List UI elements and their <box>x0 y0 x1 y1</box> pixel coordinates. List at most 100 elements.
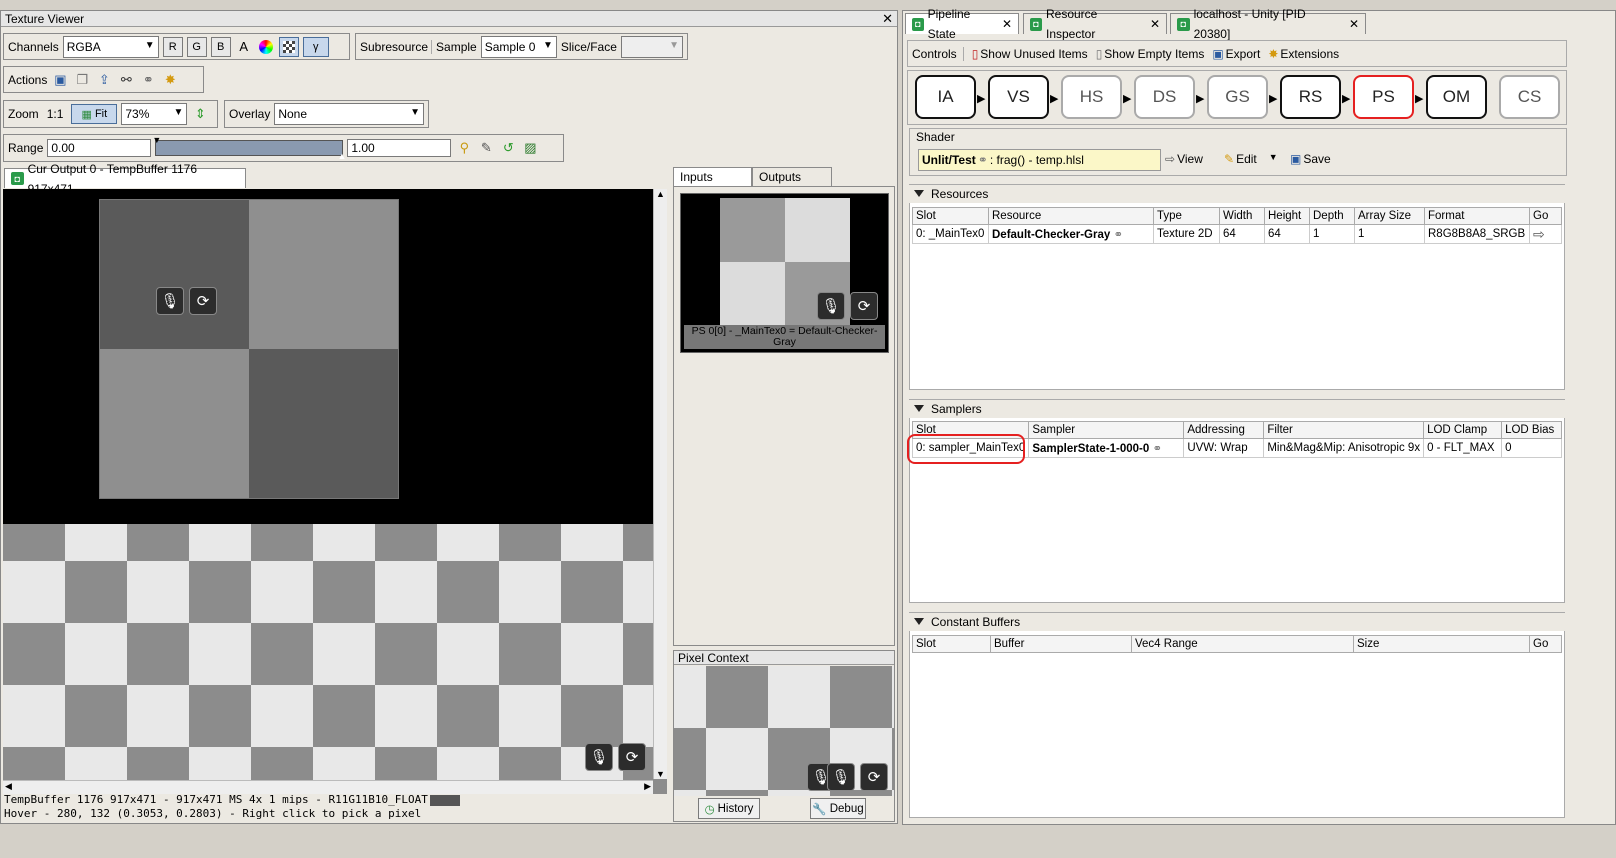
constant-buffers-header[interactable]: Constant Buffers <box>909 613 1565 631</box>
zoom-1to1-button[interactable]: 1:1 <box>43 107 68 121</box>
microphone-icon[interactable]: 🎙 <box>827 763 855 791</box>
go-icon[interactable]: ⇨ <box>1529 224 1562 244</box>
refresh-icon[interactable]: ⟳ <box>618 743 646 771</box>
zoom-select[interactable]: 73% ▼ <box>121 103 188 125</box>
slice-select[interactable]: ▼ <box>620 35 683 58</box>
column-header[interactable]: Addressing <box>1183 421 1265 439</box>
chevron-right-icon[interactable]: ▶ <box>644 781 651 792</box>
range-min-handle[interactable]: ▼ <box>152 135 161 145</box>
chevron-down-icon[interactable]: ▼ <box>1269 152 1278 166</box>
close-icon[interactable]: ✕ <box>1150 14 1160 34</box>
link-icon[interactable]: ⚭ <box>978 153 988 167</box>
refresh-icon[interactable]: ⟳ <box>189 287 217 315</box>
range-max-input[interactable]: 1.00 <box>347 139 452 157</box>
stage-ia[interactable]: IA <box>915 75 976 119</box>
chevron-down-icon[interactable]: ▼ <box>656 769 665 779</box>
pixel-context-view[interactable]: 🎙 🎙 ⟳ <box>674 666 894 796</box>
table-row[interactable]: 0: sampler_MainTex0 SamplerState-1-000-0… <box>907 434 1562 464</box>
resources-header[interactable]: Resources <box>909 185 1565 203</box>
samplers-header[interactable]: Samplers <box>909 400 1565 418</box>
binoculars-icon[interactable]: ⚯ <box>117 71 135 89</box>
tab-localhost-unity[interactable]: ◘ localhost - Unity [PID 20380] ✕ <box>1170 7 1366 41</box>
range-slider[interactable]: ▼ ▲ <box>152 135 346 161</box>
show-empty-button[interactable]: ▯ Show Empty Items <box>1096 47 1205 61</box>
column-header[interactable]: Filter <box>1263 421 1425 439</box>
extensions-button[interactable]: ✸ Extensions <box>1268 47 1339 61</box>
microphone-icon[interactable]: 🎙 <box>817 292 845 320</box>
refresh-icon[interactable]: ⟳ <box>850 292 878 320</box>
close-icon[interactable]: ✕ <box>1002 14 1012 34</box>
sample-select[interactable]: Sample 0 ▼ <box>480 35 557 58</box>
column-header[interactable]: Width <box>1219 207 1265 225</box>
pipette-icon[interactable]: ✎ <box>477 139 495 157</box>
stage-vs[interactable]: VS <box>988 75 1049 119</box>
cell-sampler[interactable]: SamplerState-1-000-0 ⚭ <box>1028 438 1185 458</box>
save-icon[interactable]: ▣ <box>51 71 69 89</box>
tab-outputs[interactable]: Outputs <box>752 167 832 186</box>
alpha-channel-toggle[interactable]: A <box>235 38 253 56</box>
undo-icon[interactable]: ↺ <box>499 139 517 157</box>
copy-icon[interactable]: ❐ <box>73 71 91 89</box>
tab-resource-inspector[interactable]: ◘ Resource Inspector ✕ <box>1023 7 1167 41</box>
export-button[interactable]: ▣ Export <box>1212 47 1260 61</box>
horizontal-scrollbar[interactable]: ◀ ▶ <box>3 780 653 794</box>
column-header[interactable]: Buffer <box>990 635 1132 653</box>
close-icon[interactable]: ✕ <box>1349 14 1359 34</box>
histogram-icon[interactable]: ▨ <box>521 139 539 157</box>
stage-rs[interactable]: RS <box>1280 75 1341 119</box>
column-header[interactable]: Slot <box>912 207 989 225</box>
view-button[interactable]: ⇨ View <box>1165 152 1203 166</box>
blue-channel-toggle[interactable]: B <box>210 36 231 57</box>
tab-inputs[interactable]: Inputs <box>673 167 752 186</box>
microphone-icon[interactable]: 🎙 <box>156 287 184 315</box>
channels-select[interactable]: RGBA ▼ <box>62 35 159 58</box>
checkerboard-icon[interactable] <box>278 36 299 57</box>
close-icon[interactable]: ✕ <box>882 11 893 27</box>
chevron-up-icon[interactable]: ▲ <box>656 189 665 199</box>
zoom-icon[interactable]: ⚲ <box>455 139 473 157</box>
stage-hs[interactable]: HS <box>1061 75 1122 119</box>
link-icon[interactable]: ⚭ <box>139 71 157 89</box>
stage-ps[interactable]: PS <box>1353 75 1414 119</box>
column-header[interactable]: LOD Clamp <box>1423 421 1503 439</box>
save-button[interactable]: ▣ Save <box>1290 152 1331 166</box>
column-header[interactable]: Vec4 Range <box>1131 635 1354 653</box>
column-header[interactable]: Resource <box>988 207 1154 225</box>
column-header[interactable]: Go <box>1529 207 1562 225</box>
cell-resource[interactable]: Default-Checker-Gray ⚭ <box>988 224 1154 244</box>
column-header[interactable]: Height <box>1264 207 1310 225</box>
column-header[interactable]: Size <box>1353 635 1530 653</box>
range-max-handle[interactable]: ▲ <box>337 151 346 161</box>
link-icon[interactable]: ⚭ <box>1153 443 1163 455</box>
color-wheel-icon[interactable] <box>257 38 275 56</box>
column-header[interactable]: Array Size <box>1354 207 1425 225</box>
link-icon[interactable]: ⚭ <box>1113 229 1123 241</box>
vertical-scrollbar[interactable]: ▲ ▼ <box>653 189 667 779</box>
edit-button[interactable]: ✎ Edit ▼ <box>1224 152 1278 166</box>
column-header[interactable]: Type <box>1153 207 1220 225</box>
tab-pipeline-state[interactable]: ◘ Pipeline State ✕ <box>905 7 1019 41</box>
green-channel-toggle[interactable]: G <box>186 36 207 57</box>
input-thumbnail[interactable]: 🎙 ⟳ PS 0[0] - _MainTex0 = Default-Checke… <box>680 193 889 353</box>
fit-button[interactable]: ▦ Fit <box>71 104 118 124</box>
overlay-select[interactable]: None ▼ <box>274 103 424 125</box>
column-header[interactable]: Format <box>1424 207 1530 225</box>
flip-vertical-icon[interactable]: ⇕ <box>191 105 209 123</box>
refresh-icon[interactable]: ⟳ <box>860 763 888 791</box>
range-min-input[interactable]: 0.00 <box>47 139 152 157</box>
texture-canvas[interactable]: 🎙 ⟳ 🎙 ⟳ ▲ ▼ ◀ ▶ <box>3 189 667 794</box>
show-unused-button[interactable]: ▯ Show Unused Items <box>972 47 1088 61</box>
stage-cs[interactable]: CS <box>1499 75 1560 119</box>
stage-gs[interactable]: GS <box>1207 75 1268 119</box>
gamma-icon[interactable]: γ <box>302 36 329 57</box>
table-row[interactable]: 0: _MainTex0 Default-Checker-Gray ⚭ Text… <box>912 224 1562 244</box>
stage-om[interactable]: OM <box>1426 75 1487 119</box>
history-button[interactable]: ◷ History <box>698 798 760 819</box>
gear-icon[interactable]: ✸ <box>161 71 179 89</box>
microphone-icon[interactable]: 🎙 <box>585 743 613 771</box>
stage-ds[interactable]: DS <box>1134 75 1195 119</box>
open-icon[interactable]: ⇪ <box>95 71 113 89</box>
tab-cur-output[interactable]: ◘ Cur Output 0 - TempBuffer 1176 917x471 <box>4 162 246 196</box>
column-header[interactable]: LOD Bias <box>1501 421 1562 439</box>
red-channel-toggle[interactable]: R <box>162 36 183 57</box>
